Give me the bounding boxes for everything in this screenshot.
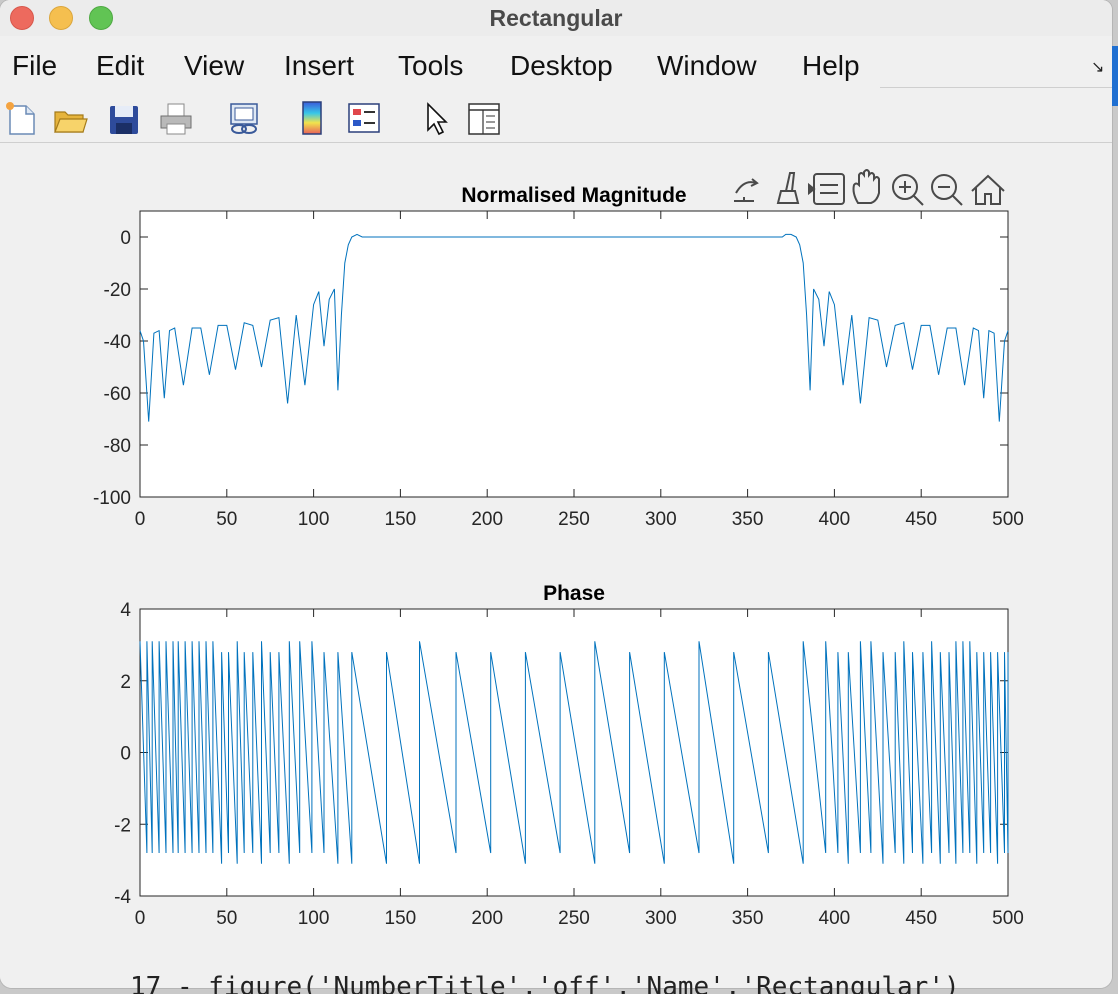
- window-edge-accent: [1112, 46, 1118, 106]
- y-tick-label: -100: [93, 488, 131, 509]
- x-tick-label: 450: [905, 908, 937, 929]
- x-tick-label: 50: [216, 908, 237, 929]
- phase-title: Phase: [543, 582, 605, 605]
- figure-canvas: 0 50 100 150 200 250 300 350 400 450 500 0 -20 -40 -60…: [0, 143, 1112, 988]
- print-icon[interactable]: [158, 98, 194, 138]
- figure-toolbar: [0, 96, 1112, 143]
- y-tick-label: 0: [120, 228, 131, 249]
- y-tick-label: -4: [114, 887, 131, 908]
- x-tick-label: 500: [992, 509, 1024, 530]
- x-tick-label: 200: [471, 509, 503, 530]
- data-tips-icon[interactable]: [808, 173, 845, 205]
- x-tick-label: 400: [819, 509, 851, 530]
- menu-file[interactable]: File: [12, 50, 57, 82]
- y-tick-label: 0: [120, 744, 131, 765]
- y-tick-label: -20: [104, 280, 131, 301]
- axes-toolbar: [734, 169, 1005, 206]
- x-tick-label: 250: [558, 509, 590, 530]
- x-tick-label: 200: [471, 908, 503, 929]
- magnitude-axes[interactable]: 0 50 100 150 200 250 300 350 400 450 500 0 -20 -40 -60…: [93, 184, 1024, 530]
- x-tick-label: 350: [732, 509, 764, 530]
- x-tick-label: 0: [135, 908, 146, 929]
- new-figure-icon[interactable]: [2, 98, 38, 138]
- y-tick-label: -80: [104, 436, 131, 457]
- x-tick-label: 150: [385, 908, 417, 929]
- menu-desktop[interactable]: Desktop: [510, 50, 613, 82]
- brush-icon[interactable]: [776, 172, 800, 204]
- background-editor-text: 17 - figure('NumberTitle','off','Name','…: [130, 972, 960, 994]
- dock-arrow-icon[interactable]: ↘: [1091, 57, 1104, 77]
- menubar-divider: [880, 87, 1112, 88]
- x-tick-label: 250: [558, 908, 590, 929]
- y-tick-label: -2: [114, 815, 131, 836]
- x-tick-label: 400: [819, 908, 851, 929]
- x-tick-label: 100: [298, 509, 330, 530]
- plots-svg: 0 50 100 150 200 250 300 350 400 450 5000-20-40-60…: [93, 169, 1024, 929]
- menu-edit[interactable]: Edit: [96, 50, 144, 82]
- menu-view[interactable]: View: [184, 50, 244, 82]
- menu-insert[interactable]: Insert: [284, 50, 354, 82]
- x-tick-label: 300: [645, 509, 677, 530]
- y-tick-label: -40: [104, 332, 131, 353]
- x-tick-label: 350: [732, 908, 764, 929]
- colorbar-icon[interactable]: [294, 98, 330, 138]
- y-tick-label: 2: [120, 672, 131, 693]
- pointer-icon[interactable]: [418, 98, 454, 138]
- zoom-out-icon[interactable]: [931, 174, 963, 206]
- x-tick-label: 150: [385, 509, 417, 530]
- save-icon[interactable]: [106, 98, 142, 138]
- y-tick-label: 4: [120, 600, 131, 621]
- menu-tools[interactable]: Tools: [398, 50, 463, 82]
- window-title: Rectangular: [489, 5, 623, 31]
- magnitude-title: Normalised Magnitude: [461, 184, 686, 207]
- title-bar[interactable]: Rectangular: [0, 0, 1112, 36]
- zoom-in-icon[interactable]: [892, 174, 924, 206]
- figure-window: Rectangular File Edit View Insert Tools …: [0, 0, 1112, 988]
- menu-help[interactable]: Help: [802, 50, 860, 82]
- home-icon[interactable]: [971, 174, 1005, 205]
- pan-icon[interactable]: [852, 169, 880, 204]
- x-tick-label: 100: [298, 908, 330, 929]
- x-tick-label: 50: [216, 509, 237, 530]
- property-inspector-icon[interactable]: [466, 98, 502, 138]
- menu-bar: File Edit View Insert Tools Desktop Wind…: [0, 46, 1112, 88]
- export-icon[interactable]: [734, 178, 759, 202]
- y-tick-label: -60: [104, 384, 131, 405]
- legend-icon[interactable]: [346, 98, 382, 138]
- link-plot-icon[interactable]: [226, 98, 262, 138]
- x-tick-label: 300: [645, 908, 677, 929]
- x-tick-label: 500: [992, 908, 1024, 929]
- phase-axes[interactable]: 0 50 100 150 200 250 300 350 400 450 500 4 2 0 -2 -4 Ph…: [114, 582, 1024, 929]
- menu-window[interactable]: Window: [657, 50, 757, 82]
- x-tick-label: 0: [135, 509, 146, 530]
- open-file-icon[interactable]: [52, 98, 88, 138]
- x-tick-label: 450: [905, 509, 937, 530]
